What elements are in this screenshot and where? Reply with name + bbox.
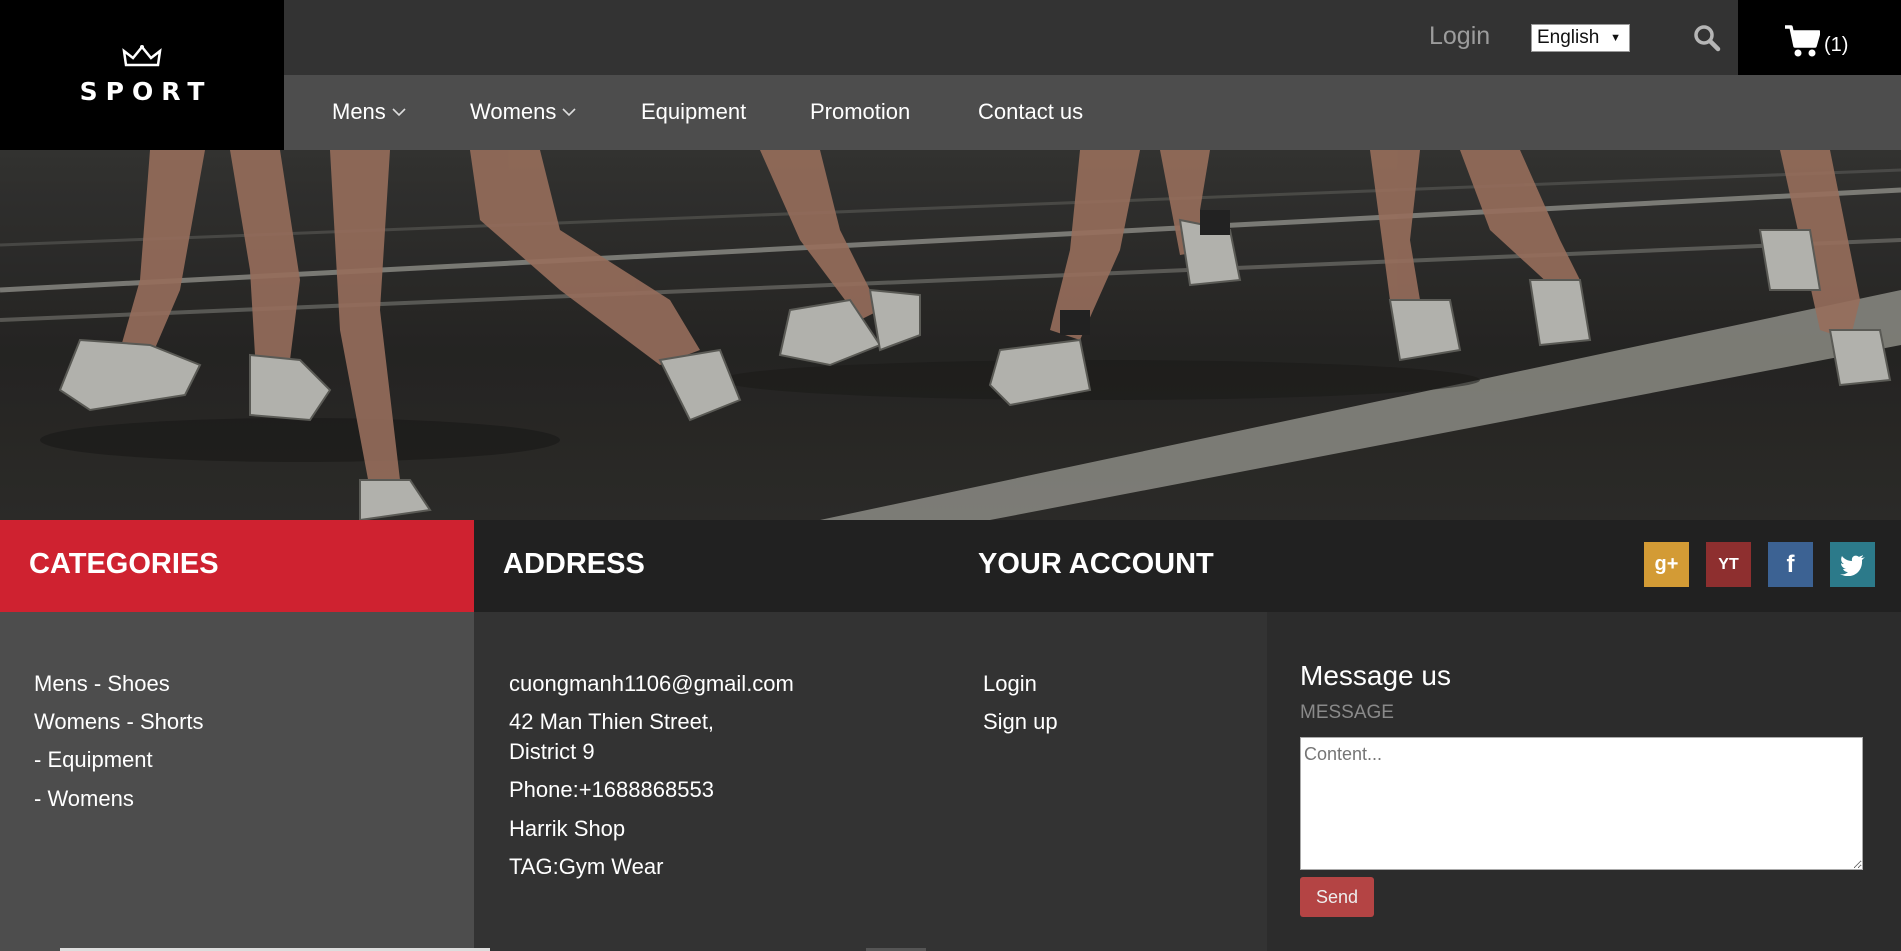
nav-item-label: Equipment: [641, 99, 747, 124]
categories-heading: CATEGORIES: [29, 548, 219, 580]
nav-item-label: Womens: [470, 99, 557, 124]
account-login-link[interactable]: Login: [983, 669, 1037, 699]
contact-phone: Phone:+1688868553: [509, 777, 714, 802]
nav-item-equipment[interactable]: Equipment: [641, 99, 746, 125]
message-textarea[interactable]: [1300, 737, 1863, 870]
select-caret-icon: ▼: [1610, 32, 1621, 44]
nav-item-contact[interactable]: Contact us: [978, 99, 1083, 125]
twitter-bird-icon: [1839, 554, 1865, 576]
send-button[interactable]: Send: [1300, 877, 1374, 917]
category-link[interactable]: - Womens: [34, 784, 134, 814]
facebook-glyph: f: [1786, 550, 1795, 578]
nav-item-promotion[interactable]: Promotion: [810, 99, 910, 125]
main-nav: Mens Womens Equipment Promotion Contact …: [284, 75, 1901, 150]
nav-item-label: Promotion: [810, 99, 911, 124]
category-link[interactable]: - Equipment: [34, 745, 153, 775]
nav-item-label: Mens: [332, 99, 386, 124]
facebook-icon[interactable]: f: [1768, 542, 1813, 587]
address-street: 42 Man Thien Street,: [509, 709, 715, 734]
top-bar: Login English ▼: [284, 0, 1738, 75]
google-plus-glyph: g+: [1654, 553, 1679, 575]
youtube-icon[interactable]: YT: [1706, 542, 1751, 587]
nav-item-womens[interactable]: Womens: [470, 99, 576, 125]
language-select-value: English: [1537, 27, 1600, 48]
top-login-link[interactable]: Login: [1429, 22, 1490, 51]
chevron-down-icon: [562, 108, 576, 117]
account-signup-link[interactable]: Sign up: [983, 707, 1058, 737]
address-district: District 9: [509, 739, 595, 764]
hero-runners-illustration: [0, 150, 1901, 520]
shop-name: Harrik Shop: [509, 816, 626, 841]
cart-icon: [1785, 25, 1820, 57]
category-link[interactable]: Mens - Shoes: [34, 669, 170, 699]
categories-column: [0, 612, 474, 951]
address-heading: ADDRESS: [503, 548, 645, 580]
contact-email: cuongmanh1106@gmail.com: [509, 671, 794, 696]
google-plus-icon[interactable]: g+: [1644, 542, 1689, 587]
search-icon[interactable]: [1693, 24, 1721, 52]
category-link[interactable]: Womens - Shorts: [34, 707, 204, 737]
message-label: MESSAGE: [1300, 702, 1394, 723]
youtube-glyph: YT: [1718, 555, 1739, 573]
message-title: Message us: [1300, 660, 1451, 691]
brand-name: SPORT: [79, 76, 213, 106]
hero-image: [0, 150, 1901, 520]
nav-item-mens[interactable]: Mens: [332, 99, 406, 125]
nav-item-label: Contact us: [978, 99, 1084, 124]
language-select[interactable]: English ▼: [1531, 24, 1630, 52]
twitter-icon[interactable]: [1830, 542, 1875, 587]
cart-button[interactable]: (1): [1738, 0, 1901, 75]
cart-count: (1): [1824, 34, 1849, 56]
crown-icon: [122, 44, 162, 66]
shop-tag: TAG:Gym Wear: [509, 854, 664, 879]
account-heading: YOUR ACCOUNT: [978, 548, 1214, 580]
site-logo[interactable]: SPORT: [0, 0, 284, 150]
chevron-down-icon: [392, 108, 406, 117]
